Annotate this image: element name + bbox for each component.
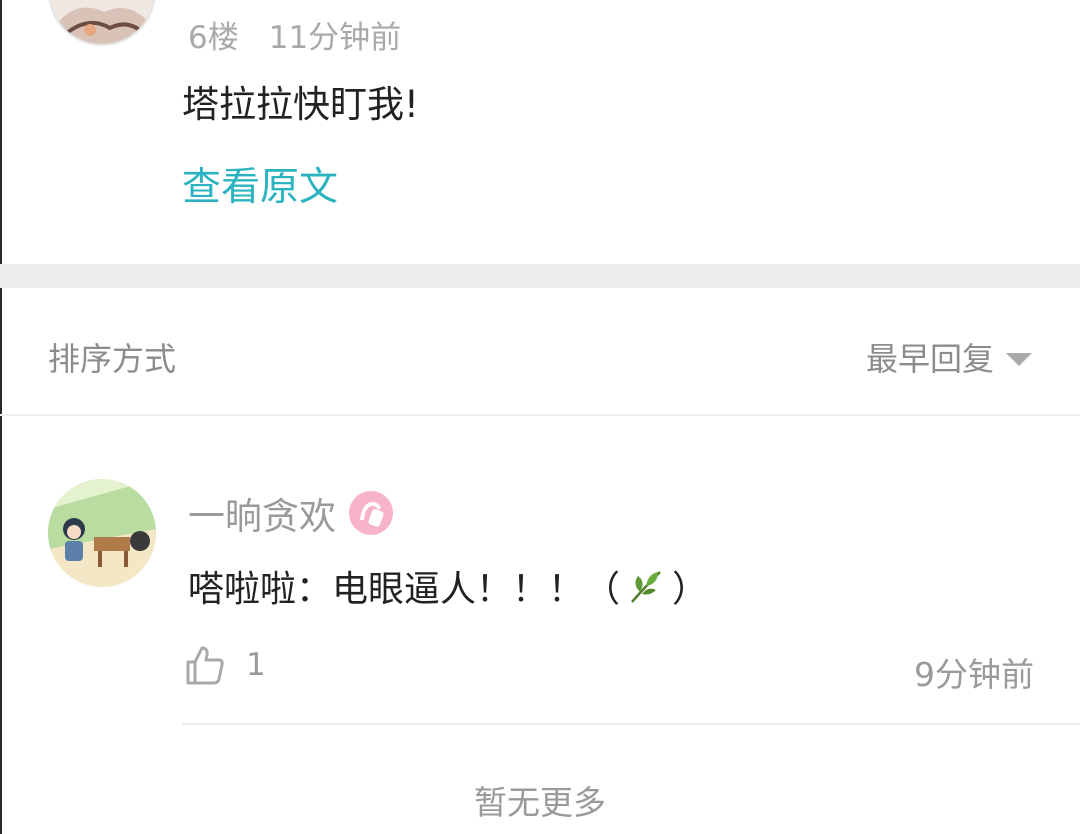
view-original-link[interactable]: 查看原文 (182, 156, 338, 212)
thumbs-up-icon (186, 646, 224, 685)
prev-comment-meta: 6楼 11分钟前 (188, 12, 401, 57)
reply-text-end: ） (672, 569, 709, 610)
prev-comment-time: 11分钟前 (268, 20, 402, 56)
screen-edge (0, 0, 2, 834)
reply-divider (182, 723, 1080, 725)
sort-order-dropdown[interactable]: 最早回复 (866, 334, 1032, 380)
prev-comment-avatar[interactable] (48, 0, 156, 46)
sort-selected-value: 最早回复 (865, 340, 994, 378)
reply-username[interactable]: 一晌贪欢 (188, 486, 336, 540)
leaf-icon (631, 571, 661, 603)
prev-comment-text: 塔拉拉快盯我! (182, 83, 419, 126)
reply-text-main: 嗒啦啦：电眼逼人！！！（ (188, 569, 621, 610)
caret-down-icon (1006, 352, 1032, 366)
reply-time: 9分钟前 (914, 655, 1034, 694)
reply-text: 嗒啦啦：电眼逼人！！！（ ） (188, 560, 708, 612)
sort-label: 排序方式 (48, 340, 177, 378)
no-more-text: 暂无更多 (474, 783, 606, 822)
floor-number: 6楼 (188, 20, 239, 56)
section-separator (0, 264, 1080, 288)
reply-avatar[interactable] (48, 479, 156, 587)
like-button[interactable]: 1 (184, 644, 266, 686)
reply-username-row: 一晌贪欢 (188, 486, 394, 540)
user-badge-icon (349, 491, 393, 535)
sort-divider (0, 414, 1080, 416)
like-count: 1 (246, 647, 266, 683)
